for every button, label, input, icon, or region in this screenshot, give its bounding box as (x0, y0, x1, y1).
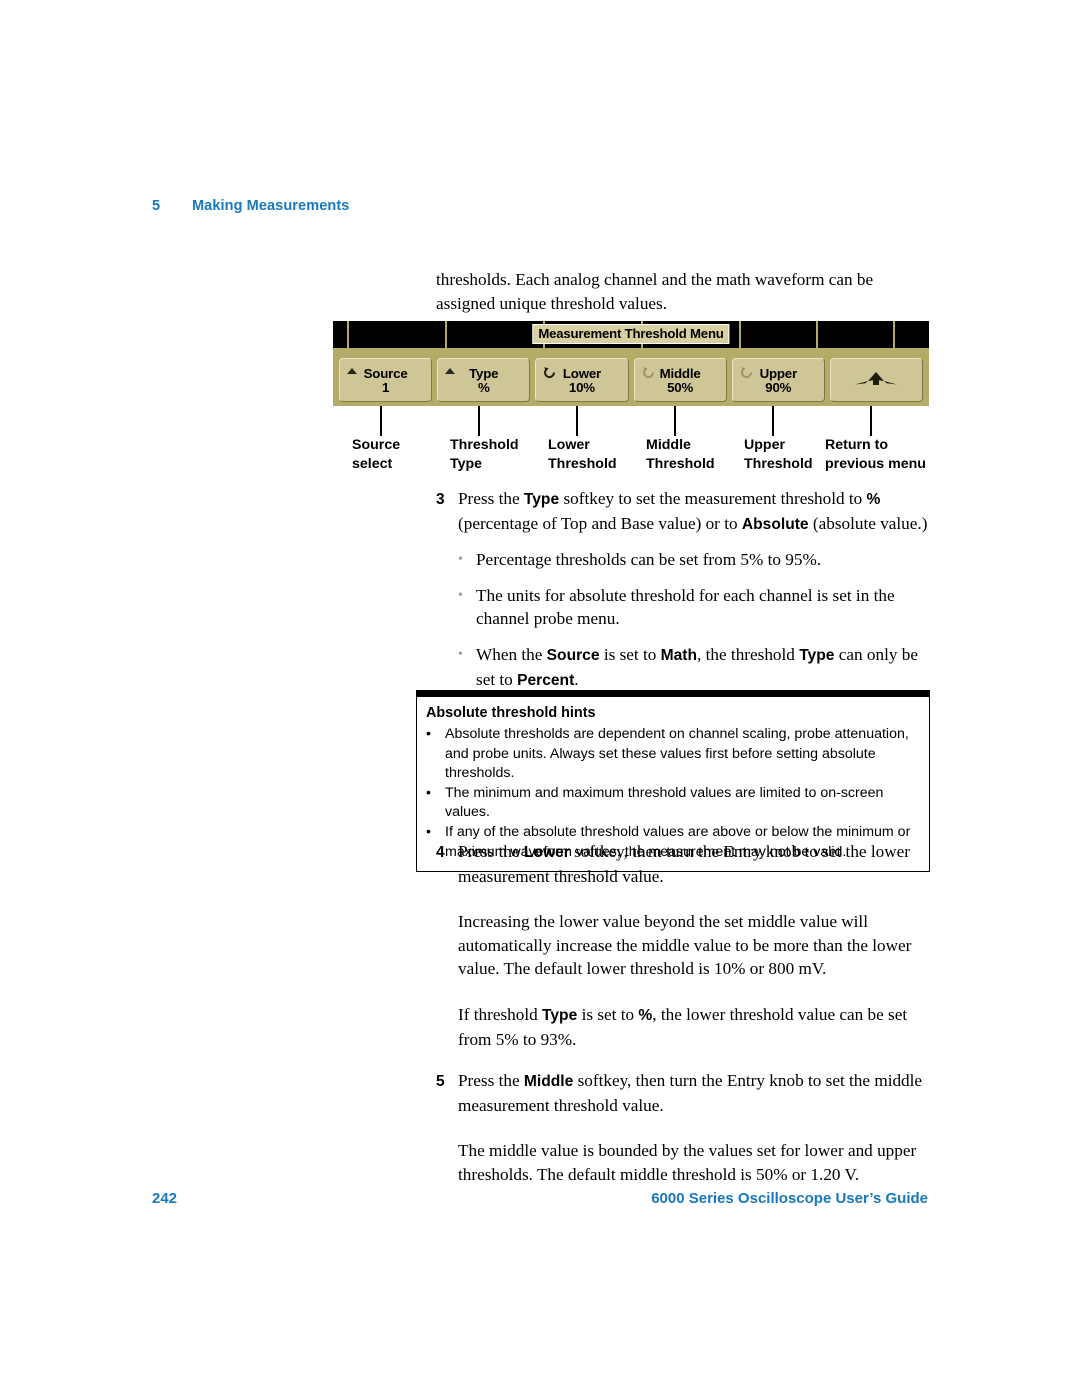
percent-ref: % (866, 491, 881, 508)
step-3-block: 3 Press the Type softkey to set the meas… (436, 487, 936, 692)
math-ref: Math (660, 646, 698, 664)
step-4-paragraph-3: If threshold Type is set to %, the lower… (458, 1004, 908, 1049)
softkey-type-value: % (477, 379, 490, 395)
scope-menu-bar: Measurement Threshold Menu (333, 321, 929, 348)
softkey-lower-value: 10% (568, 379, 595, 395)
callout-item: • The minimum and maximum threshold valu… (426, 784, 920, 823)
step-4-number: 4 (436, 844, 445, 861)
scope-softkey-row: Source 1 Type % Lower 10% Middle 50% Upp… (333, 348, 929, 406)
bullet-dot-icon: • (458, 587, 463, 603)
softkey-middle-label: Middle (659, 365, 701, 381)
step-3: 3 Press the Type softkey to set the meas… (436, 487, 936, 536)
step-4-text: Press the Lower softkey, then turn the E… (458, 842, 910, 886)
type-softkey-ref: Type (523, 491, 560, 508)
softkey-lower-label: Lower (562, 365, 602, 381)
step-4-paragraph-2: Increasing the lower value beyond the se… (458, 912, 912, 979)
figure-leader-lines (333, 406, 929, 436)
softkey-return[interactable] (829, 358, 924, 402)
callout-label-threshold-type: Threshold Type (450, 437, 519, 472)
page-number: 242 (152, 1190, 178, 1207)
figure-callout-labels: Source select Threshold Type Lower Thres… (333, 436, 929, 484)
step-5: 5 Press the Middle softkey, then turn th… (436, 1069, 936, 1117)
softkey-type[interactable]: Type % (437, 358, 531, 402)
scope-menu-title: Measurement Threshold Menu (532, 324, 730, 344)
softkey-type-label: Type (469, 365, 499, 381)
rotary-knob-icon (740, 366, 753, 379)
return-arrow-icon (853, 370, 899, 390)
callout-item: • Absolute thresholds are dependent on c… (426, 725, 920, 784)
callout-label-source: Source select (352, 437, 401, 472)
chapter-title: Making Measurements (192, 198, 350, 214)
scope-menu-figure: Measurement Threshold Menu Source 1 Type… (333, 321, 929, 484)
softkey-source-value: 1 (381, 379, 390, 395)
scope-screenshot: Measurement Threshold Menu Source 1 Type… (333, 321, 929, 406)
page-footer: 242 6000 Series Oscilloscope User’s Guid… (152, 1190, 928, 1207)
rotary-knob-icon (543, 366, 556, 379)
percent-ref: % (638, 1006, 653, 1024)
percent-word-ref: Percent (517, 671, 575, 689)
callout-title: Absolute threshold hints (426, 705, 596, 721)
bullet-dot-icon: • (458, 646, 463, 662)
callout-label-middle-threshold: Middle Threshold (646, 437, 715, 472)
softkey-lower[interactable]: Lower 10% (535, 358, 629, 402)
rotary-knob-icon (642, 366, 655, 379)
softkey-upper[interactable]: Upper 90% (731, 358, 825, 402)
step-4: 4 Press the Lower softkey, then turn the… (436, 840, 936, 888)
triangle-up-icon (445, 368, 456, 374)
step-3-bullet-3: • When the Source is set to Math, the th… (458, 643, 936, 692)
callout-label-return: Return to previous menu (825, 437, 926, 472)
middle-softkey-ref: Middle (523, 1073, 574, 1091)
guide-title: 6000 Series Oscilloscope User’s Guide (651, 1190, 928, 1207)
softkey-middle-value: 50% (667, 379, 694, 395)
lower-softkey-ref: Lower (523, 844, 570, 861)
step-3-bullet-1: • Percentage thresholds can be set from … (458, 548, 936, 572)
running-head: 5 Making Measurements (152, 198, 349, 214)
step-5-text: Press the Middle softkey, then turn the … (458, 1071, 923, 1115)
softkey-source-label: Source (363, 365, 408, 381)
source-ref: Source (546, 646, 600, 664)
callout-label-lower-threshold: Lower Threshold (548, 437, 617, 472)
intro-block: thresholds. Each analog channel and the … (436, 268, 936, 315)
step-5-paragraph-2: The middle value is bounded by the value… (458, 1141, 917, 1184)
bullet-dot-icon: • (458, 552, 463, 568)
step-3-number: 3 (436, 491, 445, 508)
chapter-number: 5 (152, 198, 161, 214)
triangle-up-icon (347, 368, 357, 374)
bullet-dot-icon: • (426, 726, 431, 742)
step-3-bullet-2: • The units for absolute threshold for e… (458, 584, 936, 631)
softkey-source[interactable]: Source 1 (339, 358, 433, 402)
step-3-text: Press the Type softkey to set the measur… (458, 489, 928, 533)
absolute-ref: Absolute (741, 515, 809, 533)
type-ref: Type (799, 646, 835, 664)
softkey-upper-value: 90% (765, 379, 792, 395)
bullet-dot-icon: • (426, 784, 431, 801)
step-5-number: 5 (436, 1073, 445, 1091)
softkey-upper-label: Upper (759, 365, 798, 381)
callout-label-upper-threshold: Upper Threshold (744, 437, 813, 472)
step-3-bullet-3-text: When the Source is set to Math, the thre… (476, 644, 918, 689)
type-ref: Type (542, 1006, 578, 1024)
softkey-middle[interactable]: Middle 50% (633, 358, 727, 402)
intro-paragraph: thresholds. Each analog channel and the … (436, 270, 874, 313)
steps-4-5-block: 4 Press the Lower softkey, then turn the… (436, 840, 936, 1187)
